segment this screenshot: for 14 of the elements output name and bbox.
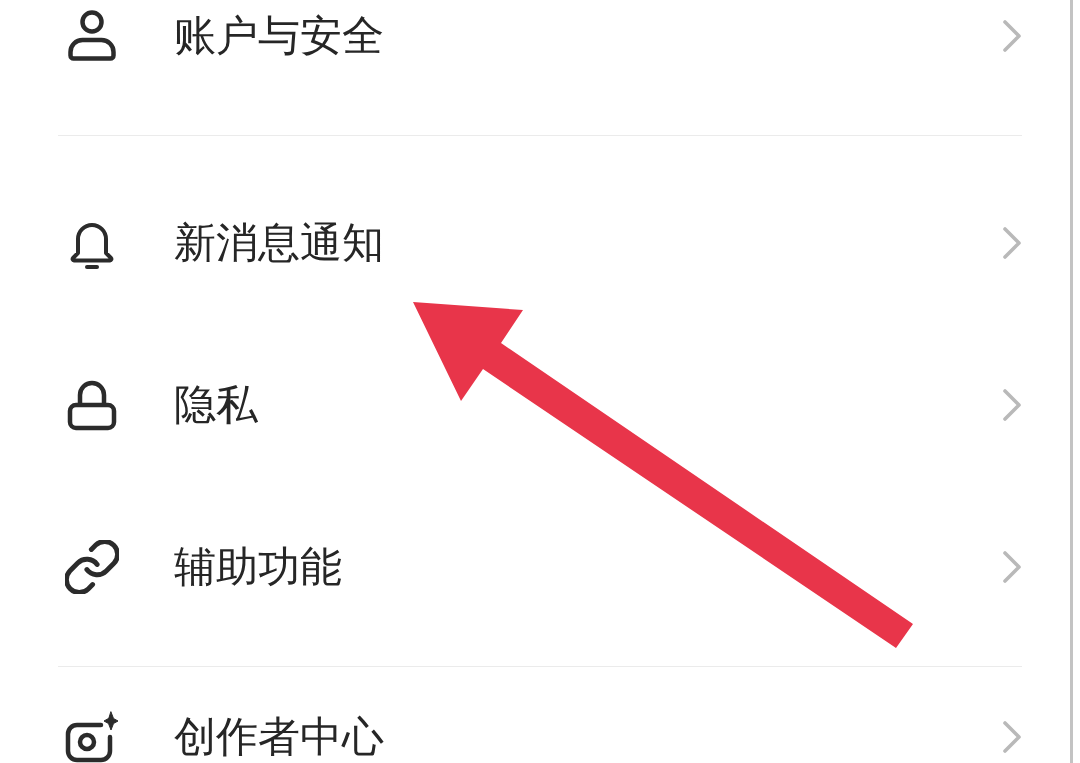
chevron-right-icon: [1003, 721, 1021, 753]
user-icon: [66, 10, 118, 62]
chevron-right-icon: [1003, 227, 1021, 259]
chevron-right-icon: [1003, 20, 1021, 52]
camera-sparkle-icon: [65, 711, 119, 763]
link-icon: [65, 540, 119, 594]
chevron-right-icon: [1003, 551, 1021, 583]
settings-menu-item[interactable]: 账户与安全: [0, 10, 1070, 62]
chevron-right-icon: [1003, 389, 1021, 421]
settings-menu-item[interactable]: 辅助功能: [0, 541, 1070, 593]
lock-icon: [66, 379, 118, 431]
settings-menu-item[interactable]: 新消息通知: [0, 217, 1070, 269]
settings-menu-item[interactable]: 创作者中心: [0, 711, 1070, 763]
settings-menu-item[interactable]: 隐私: [0, 379, 1070, 431]
